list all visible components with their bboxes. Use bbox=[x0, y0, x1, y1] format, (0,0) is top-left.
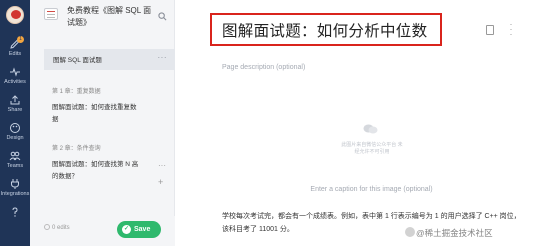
sidebar-item[interactable]: 图解面试题：如何查找第 N 高的数据？ bbox=[52, 159, 140, 183]
book-icon bbox=[44, 8, 58, 20]
sidebar-footer: 0 edits ✓ Save ⋮ bbox=[30, 216, 180, 246]
palette-icon bbox=[10, 123, 20, 133]
nav-rail: 1 Edits Activities Share Design Teams In… bbox=[0, 0, 30, 246]
main-content: 图解面试题：如何分析中位数 · · · Page description (opti… bbox=[175, 0, 554, 246]
rail-item-help[interactable] bbox=[0, 206, 30, 218]
rail-item-share[interactable]: Share bbox=[0, 94, 30, 113]
sidebar-title[interactable]: 免费教程《图解 SQL 面试题》 bbox=[67, 5, 155, 29]
edits-badge: 1 bbox=[17, 36, 24, 43]
add-icon[interactable]: + bbox=[158, 177, 163, 187]
sidebar-item-label: 图解 SQL 面试题 bbox=[53, 57, 102, 64]
save-button-label: Save bbox=[134, 226, 151, 233]
pulse-icon bbox=[10, 67, 20, 77]
rail-item-activities[interactable]: Activities bbox=[0, 66, 30, 85]
rail-item-teams[interactable]: Teams bbox=[0, 150, 30, 169]
check-icon: ✓ bbox=[122, 225, 131, 234]
section-label: 第 2 章：条件查询 bbox=[52, 146, 101, 152]
sidebar-header: 免费教程《图解 SQL 面试题》 bbox=[30, 0, 175, 40]
document-icon[interactable] bbox=[486, 25, 494, 35]
help-icon bbox=[12, 207, 18, 217]
more-icon[interactable]: ··· bbox=[508, 20, 514, 39]
image-block[interactable]: 此图片来自微信公众平台 未经允许不可引用 bbox=[222, 82, 521, 180]
sidebar-item[interactable]: 图解面试题：如何查找重复数据 bbox=[52, 102, 140, 126]
rail-label-edits: Edits bbox=[8, 51, 22, 57]
save-button[interactable]: ✓ Save bbox=[117, 221, 161, 238]
clock-icon bbox=[44, 224, 50, 230]
rail-label-activities: Activities bbox=[4, 79, 26, 85]
team-icon bbox=[9, 151, 21, 161]
logo-icon bbox=[405, 227, 415, 237]
more-icon[interactable]: ··· bbox=[158, 161, 166, 170]
image-message: 此图片来自微信公众平台 未经允许不可引用 bbox=[341, 142, 403, 155]
edits-count[interactable]: 0 edits bbox=[52, 225, 70, 231]
section-label: 第 1 章：重复数据 bbox=[52, 89, 101, 95]
rail-item-edits[interactable]: 1 Edits bbox=[0, 36, 30, 57]
rail-item-design[interactable]: Design bbox=[0, 122, 30, 141]
avatar[interactable] bbox=[6, 6, 24, 24]
plug-icon bbox=[11, 179, 19, 189]
page-title[interactable]: 图解面试题：如何分析中位数 bbox=[222, 19, 427, 41]
rail-label-integrations: Integrations bbox=[0, 191, 30, 197]
rail-label-share: Share bbox=[7, 107, 23, 113]
rail-item-integrations[interactable]: Integrations bbox=[0, 178, 30, 197]
caption-input[interactable]: Enter a caption for this image (optional… bbox=[222, 186, 521, 193]
chat-icon bbox=[363, 124, 378, 134]
page-description-input[interactable]: Page description (optional) bbox=[222, 64, 305, 71]
sidebar-item-active[interactable]: 图解 SQL 面试题 ··· bbox=[44, 49, 175, 70]
rail-label-design: Design bbox=[6, 135, 24, 141]
search-icon[interactable] bbox=[158, 12, 167, 21]
more-icon[interactable]: ··· bbox=[158, 53, 168, 62]
rail-label-teams: Teams bbox=[6, 163, 24, 169]
share-icon bbox=[10, 95, 20, 105]
watermark: @稀土掘金技术社区 bbox=[416, 228, 493, 238]
